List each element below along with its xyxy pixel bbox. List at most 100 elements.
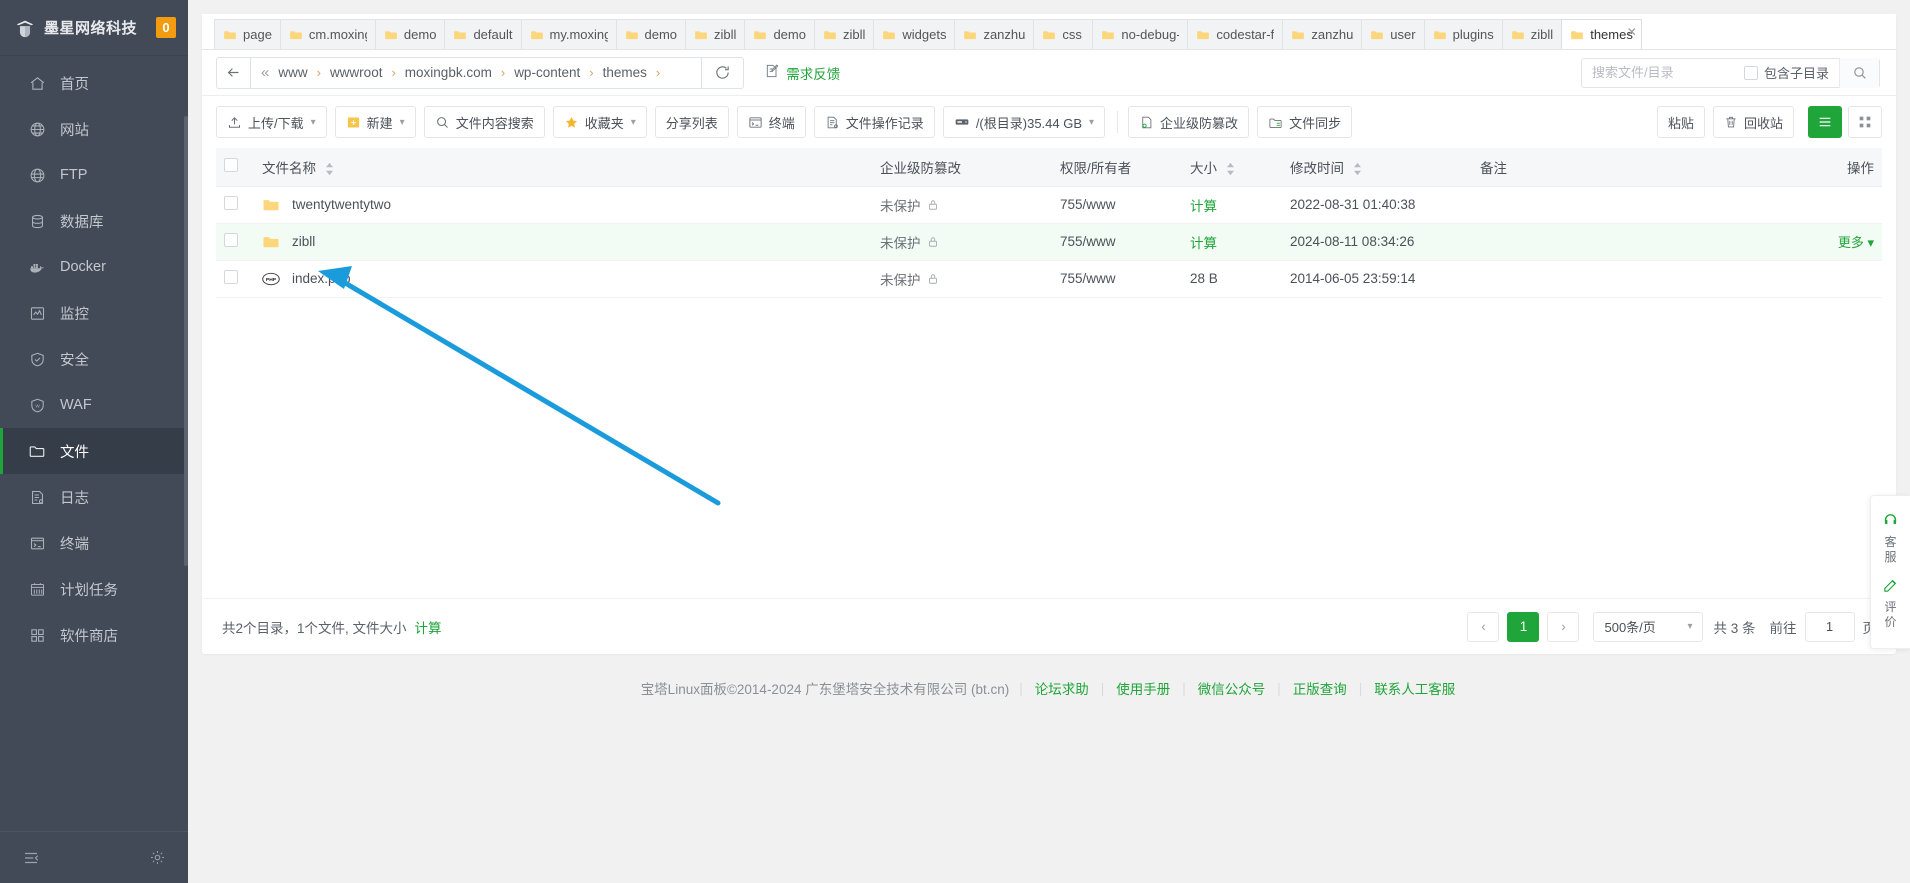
- sidebar-item-files[interactable]: 文件: [0, 428, 188, 474]
- row-filename-cell[interactable]: zibll: [254, 223, 872, 260]
- gear-icon[interactable]: [149, 849, 166, 866]
- row-more-button[interactable]: 更多 ▾: [1838, 235, 1874, 250]
- folder-tab[interactable]: zibll: [1502, 19, 1562, 49]
- page-number[interactable]: 1: [1507, 612, 1539, 642]
- file-operation-record-button[interactable]: 文件操作记录: [814, 106, 935, 138]
- collapse-icon[interactable]: [22, 849, 40, 867]
- review-button[interactable]: 评价: [1882, 571, 1899, 636]
- breadcrumb-item[interactable]: moxingbk.com: [403, 65, 494, 80]
- row-action-cell[interactable]: [1772, 260, 1882, 297]
- search-submit-button[interactable]: [1839, 58, 1879, 88]
- footer-link-support[interactable]: 联系人工客服: [1374, 678, 1455, 698]
- row-size[interactable]: 计算: [1190, 199, 1217, 214]
- column-mtime[interactable]: 修改时间: [1282, 148, 1472, 186]
- table-row[interactable]: twentytwentytwo 未保护 755/www 计算 2022-08-3…: [216, 186, 1882, 223]
- footer-link-license[interactable]: 正版查询: [1293, 678, 1347, 698]
- row-select-cell[interactable]: [216, 260, 254, 297]
- folder-tab[interactable]: no-debug-m: [1092, 19, 1188, 49]
- breadcrumb-item[interactable]: wp-content: [512, 65, 582, 80]
- content-search-button[interactable]: 文件内容搜索: [424, 106, 545, 138]
- folder-tab[interactable]: widgets: [873, 19, 955, 49]
- sidebar-item-terminal[interactable]: 终端: [0, 520, 188, 566]
- upload-download-button[interactable]: 上传/下载 ▾: [216, 106, 327, 138]
- column-size[interactable]: 大小: [1182, 148, 1282, 186]
- row-select-cell[interactable]: [216, 223, 254, 260]
- folder-tab[interactable]: default: [444, 19, 521, 49]
- breadcrumb-item[interactable]: themes: [601, 65, 649, 80]
- folder-tab[interactable]: codestar-framework: [1187, 19, 1283, 49]
- row-checkbox[interactable]: [224, 196, 238, 210]
- feedback-link[interactable]: 需求反馈: [764, 63, 840, 83]
- terminal-button[interactable]: 终端: [737, 106, 806, 138]
- list-view-icon[interactable]: [1808, 106, 1842, 138]
- folder-tab[interactable]: zibll: [814, 19, 874, 49]
- lock-icon[interactable]: [927, 273, 939, 285]
- column-filename[interactable]: 文件名称: [254, 148, 872, 186]
- page-size-select[interactable]: 500条/页 ▾: [1593, 612, 1703, 642]
- row-filename-cell[interactable]: PHP index.php: [254, 260, 872, 297]
- select-all-checkbox[interactable]: [224, 158, 238, 172]
- double-chevron-left-icon[interactable]: «: [261, 64, 269, 81]
- row-size-cell[interactable]: 计算: [1182, 186, 1282, 223]
- lock-icon[interactable]: [927, 199, 939, 211]
- sort-icon[interactable]: [325, 162, 334, 176]
- customer-service-button[interactable]: 客服: [1882, 506, 1899, 571]
- breadcrumb-item[interactable]: wwwroot: [328, 65, 385, 80]
- sidebar-item-monitor[interactable]: 监控: [0, 290, 188, 336]
- sidebar-item-appstore[interactable]: 软件商店: [0, 612, 188, 658]
- sidebar-item-waf[interactable]: W WAF: [0, 382, 188, 428]
- sidebar-item-home[interactable]: 首页: [0, 60, 188, 106]
- footer-link-manual[interactable]: 使用手册: [1116, 678, 1170, 698]
- select-all-cell[interactable]: [216, 148, 254, 186]
- row-action-cell[interactable]: 更多 ▾: [1772, 223, 1882, 260]
- folder-tab[interactable]: demo: [375, 19, 446, 49]
- goto-page-input[interactable]: 1: [1805, 612, 1855, 642]
- search-box[interactable]: 包含子目录: [1581, 58, 1880, 88]
- table-row[interactable]: zibll 未保护 755/www 计算 2024-08-11 08:34:26: [216, 223, 1882, 260]
- summary-calc-link[interactable]: 计算: [415, 617, 442, 637]
- lock-icon[interactable]: [927, 236, 939, 248]
- back-button[interactable]: [216, 57, 250, 89]
- row-checkbox[interactable]: [224, 233, 238, 247]
- brand-badge[interactable]: 0: [156, 17, 176, 38]
- folder-tab[interactable]: my.moxingbk: [521, 19, 617, 49]
- close-icon[interactable]: ✕: [1627, 25, 1637, 39]
- paste-button[interactable]: 粘贴: [1657, 106, 1705, 138]
- folder-tab[interactable]: demo: [744, 19, 815, 49]
- disk-selector-button[interactable]: /(根目录)35.44 GB ▾: [943, 106, 1105, 138]
- folder-tab[interactable]: user: [1361, 19, 1424, 49]
- new-button[interactable]: 新建 ▾: [335, 106, 416, 138]
- row-size[interactable]: 计算: [1190, 236, 1217, 251]
- recycle-bin-button[interactable]: 回收站: [1713, 106, 1794, 138]
- sort-icon[interactable]: [1226, 162, 1235, 176]
- folder-tab[interactable]: page: [214, 19, 281, 49]
- sidebar-item-security[interactable]: 安全: [0, 336, 188, 382]
- folder-tab[interactable]: zanzhu: [1282, 19, 1362, 49]
- refresh-button[interactable]: [702, 57, 744, 89]
- footer-link-forum[interactable]: 论坛求助: [1035, 678, 1089, 698]
- brand-header[interactable]: 墨星网络科技 0: [0, 0, 188, 56]
- row-filename-cell[interactable]: twentytwentytwo: [254, 186, 872, 223]
- sidebar-item-website[interactable]: 网站: [0, 106, 188, 152]
- next-page-button[interactable]: ›: [1547, 612, 1579, 642]
- grid-view-icon[interactable]: [1848, 106, 1882, 138]
- file-sync-button[interactable]: 文件同步: [1257, 106, 1352, 138]
- folder-tabstrip[interactable]: page cm.moxingbk demo default my.moxingb…: [202, 14, 1896, 50]
- breadcrumb-item[interactable]: www: [276, 65, 309, 80]
- folder-tab[interactable]: cm.moxingbk: [280, 19, 376, 49]
- row-select-cell[interactable]: [216, 186, 254, 223]
- search-input[interactable]: [1582, 59, 1742, 87]
- row-size-cell[interactable]: 计算: [1182, 223, 1282, 260]
- folder-tab-active[interactable]: themes✕: [1561, 19, 1642, 49]
- row-action-cell[interactable]: [1772, 186, 1882, 223]
- sidebar-item-database[interactable]: 数据库: [0, 198, 188, 244]
- sidebar-item-docker[interactable]: Docker: [0, 244, 188, 290]
- sidebar-item-crontab[interactable]: 计划任务: [0, 566, 188, 612]
- folder-tab[interactable]: zibll: [685, 19, 745, 49]
- sort-icon[interactable]: [1353, 162, 1362, 176]
- prev-page-button[interactable]: ‹: [1467, 612, 1499, 642]
- folder-tab[interactable]: zanzhu: [954, 19, 1034, 49]
- table-row[interactable]: PHP index.php 未保护 755/www 28 B 2014-06-0…: [216, 260, 1882, 297]
- footer-link-wechat[interactable]: 微信公众号: [1198, 678, 1266, 698]
- include-subdir-checkbox[interactable]: 包含子目录: [1742, 63, 1839, 82]
